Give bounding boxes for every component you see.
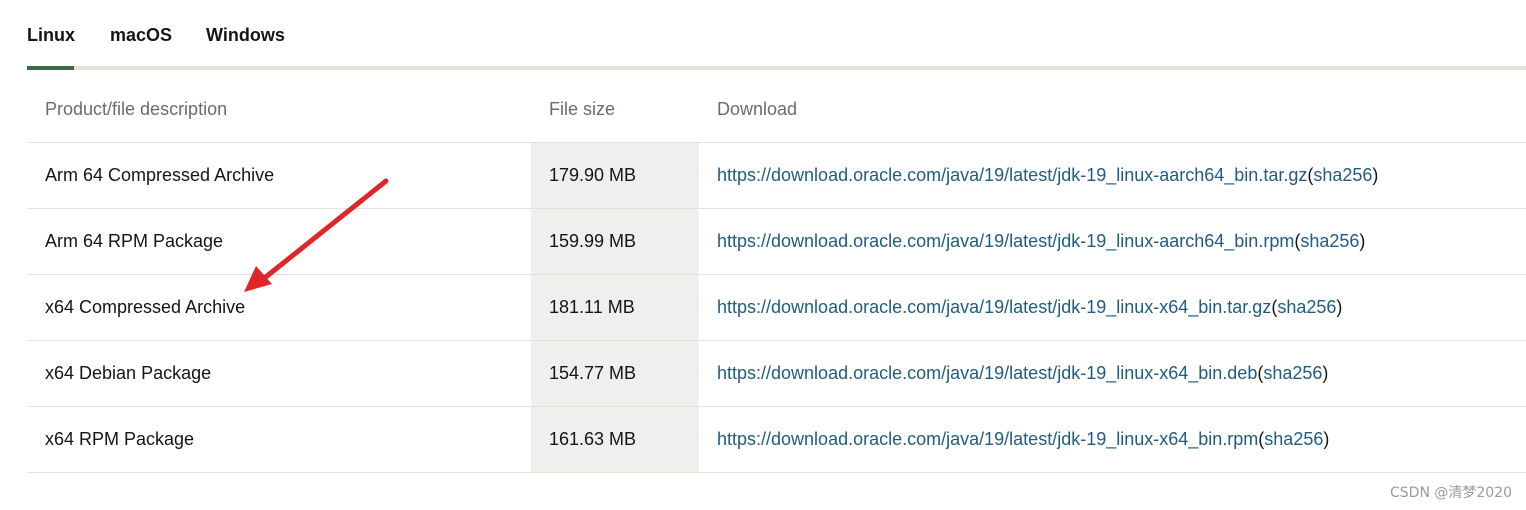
table-row: Arm 64 Compressed Archive 179.90 MB http… <box>27 143 1526 209</box>
download-cell: https://download.oracle.com/java/19/late… <box>699 275 1526 340</box>
header-description: Product/file description <box>45 99 228 119</box>
tab-windows[interactable]: Windows <box>206 24 286 70</box>
file-description: x64 RPM Package <box>45 429 195 449</box>
download-cell: https://download.oracle.com/java/19/late… <box>699 407 1526 472</box>
file-description: x64 Debian Package <box>45 363 212 383</box>
file-size: 159.99 MB <box>531 209 699 274</box>
table-row: x64 Debian Package 154.77 MB https://dow… <box>27 341 1526 407</box>
file-description: Arm 64 RPM Package <box>45 231 224 251</box>
table-row: Arm 64 RPM Package 159.99 MB https://dow… <box>27 209 1526 275</box>
download-cell: https://download.oracle.com/java/19/late… <box>699 143 1526 208</box>
table-row: x64 RPM Package 161.63 MB https://downlo… <box>27 407 1526 473</box>
download-link[interactable]: https://download.oracle.com/java/19/late… <box>717 297 1271 318</box>
paren-close: ) <box>1359 231 1366 251</box>
header-file-size: File size <box>549 99 616 119</box>
paren-close: ) <box>1336 297 1343 317</box>
sha256-link[interactable]: sha256 <box>1264 429 1323 450</box>
page: Linux macOS Windows Product/file descrip… <box>0 0 1526 510</box>
sha256-link[interactable]: sha256 <box>1313 165 1372 186</box>
file-description: Arm 64 Compressed Archive <box>45 165 275 185</box>
sha256-link[interactable]: sha256 <box>1263 363 1322 384</box>
header-download: Download <box>717 99 798 119</box>
download-link[interactable]: https://download.oracle.com/java/19/late… <box>717 363 1257 384</box>
os-tabs: Linux macOS Windows <box>27 0 1526 70</box>
watermark: CSDN @清梦2020 <box>1390 485 1512 501</box>
paren-close: ) <box>1322 363 1329 383</box>
paren-close: ) <box>1323 429 1330 449</box>
download-link[interactable]: https://download.oracle.com/java/19/late… <box>717 231 1294 252</box>
file-size: 154.77 MB <box>531 341 699 406</box>
file-size: 161.63 MB <box>531 407 699 472</box>
tab-linux[interactable]: Linux <box>27 24 75 70</box>
sha256-link[interactable]: sha256 <box>1277 297 1336 318</box>
paren-close: ) <box>1372 165 1379 185</box>
tab-macos[interactable]: macOS <box>110 24 172 70</box>
download-link[interactable]: https://download.oracle.com/java/19/late… <box>717 165 1307 186</box>
download-cell: https://download.oracle.com/java/19/late… <box>699 341 1526 406</box>
sha256-link[interactable]: sha256 <box>1300 231 1359 252</box>
table-row: x64 Compressed Archive 181.11 MB https:/… <box>27 275 1526 341</box>
file-size: 179.90 MB <box>531 143 699 208</box>
download-link[interactable]: https://download.oracle.com/java/19/late… <box>717 429 1258 450</box>
file-description: x64 Compressed Archive <box>45 297 246 317</box>
file-size: 181.11 MB <box>531 275 699 340</box>
table-header-row: Product/file description File size Downl… <box>27 77 1526 143</box>
download-cell: https://download.oracle.com/java/19/late… <box>699 209 1526 274</box>
downloads-table: Product/file description File size Downl… <box>27 77 1526 473</box>
